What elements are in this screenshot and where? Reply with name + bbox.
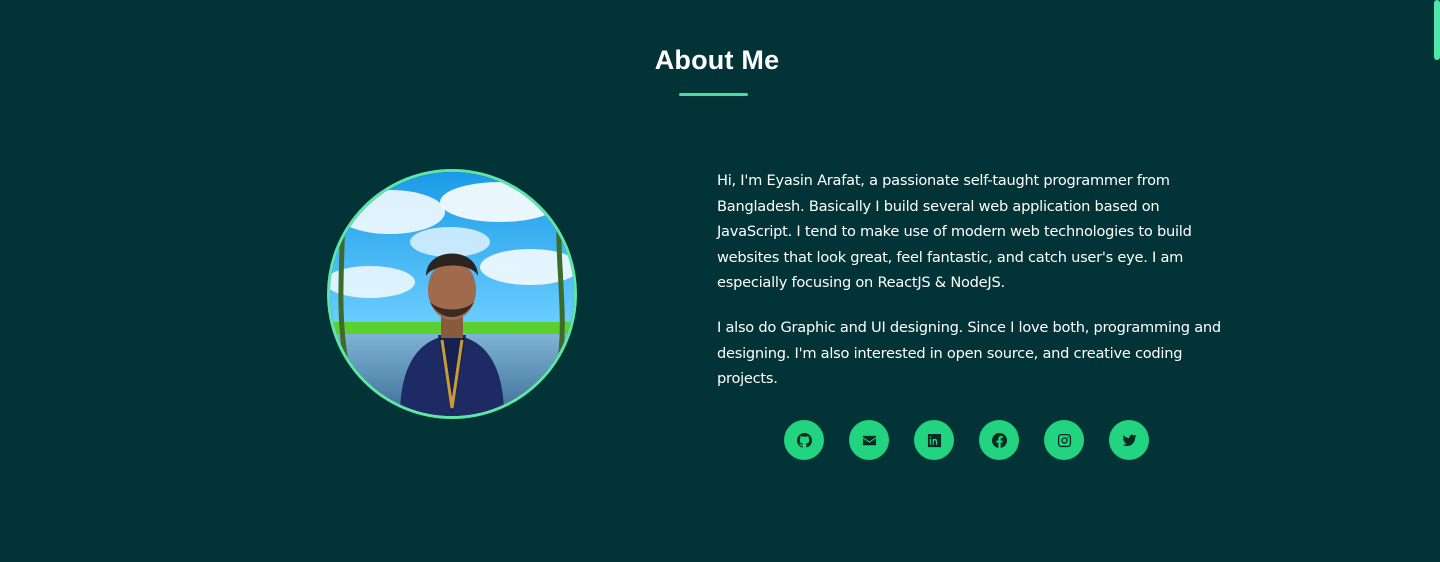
about-paragraph-1: Hi, I'm Eyasin Arafat, a passionate self… (717, 172, 1192, 292)
email-link[interactable] (849, 420, 889, 460)
facebook-icon (991, 432, 1007, 448)
twitter-icon (1121, 434, 1137, 446)
instagram-icon (1057, 433, 1071, 447)
twitter-link[interactable] (1109, 420, 1149, 460)
github-icon (796, 432, 812, 448)
linkedin-link[interactable] (914, 420, 954, 460)
email-icon (862, 435, 876, 445)
section-title: About Me (654, 45, 780, 75)
profile-photo (327, 169, 577, 419)
social-links (784, 420, 1149, 460)
about-paragraph-2: I also do Graphic and UI designing. Sinc… (717, 318, 1221, 388)
title-underline (679, 93, 748, 96)
github-link[interactable] (784, 420, 824, 460)
about-section: About Me Hi, I'm Eyasin Arafat, a passio… (0, 0, 1440, 562)
linkedin-icon (927, 433, 941, 447)
about-description: Hi, I'm Eyasin Arafat, a passionate self… (717, 168, 1222, 411)
scrollbar-thumb[interactable] (1434, 0, 1440, 60)
instagram-link[interactable] (1044, 420, 1084, 460)
facebook-link[interactable] (979, 420, 1019, 460)
